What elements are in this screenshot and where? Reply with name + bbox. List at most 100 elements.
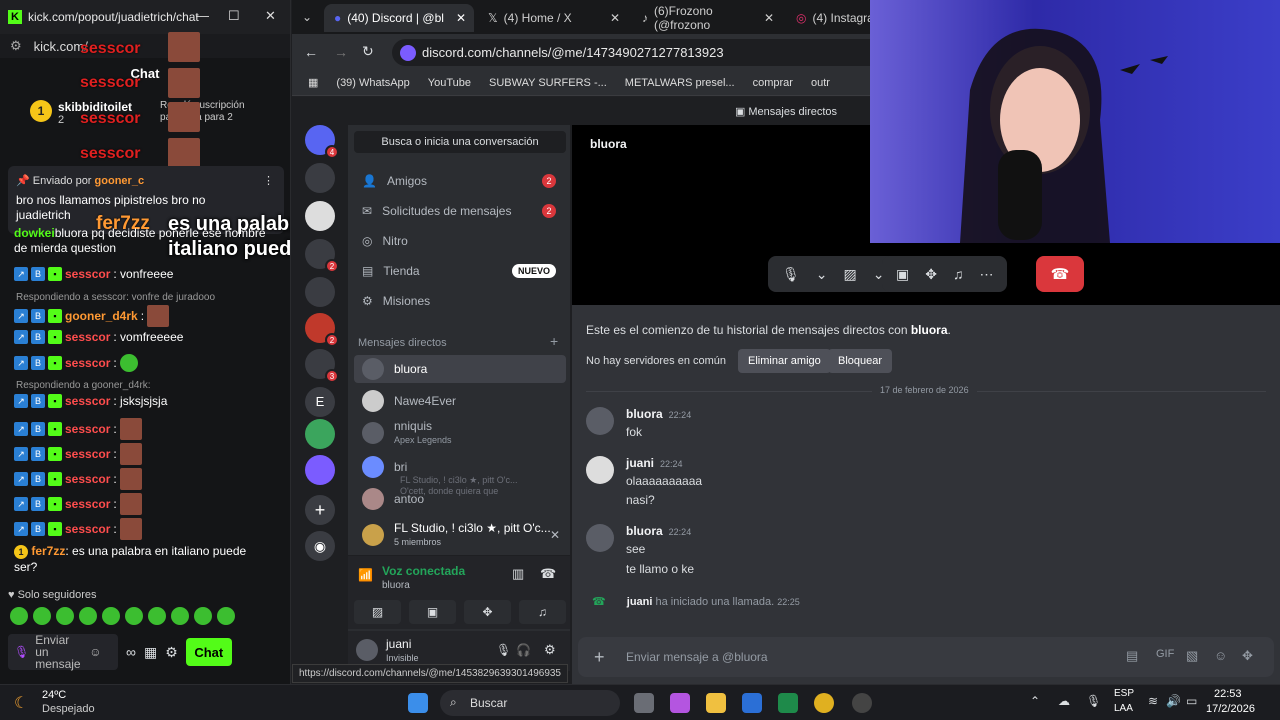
tab-tiktok[interactable]: ♪ (6)Frozono (@frozono ✕ <box>632 4 782 32</box>
user-settings-icon[interactable]: ⚙ <box>544 642 556 658</box>
server-icon[interactable]: 2 <box>305 313 339 347</box>
avatar[interactable] <box>586 407 614 435</box>
volume-icon[interactable]: 🔊 <box>1166 694 1181 708</box>
emote-icon[interactable] <box>56 607 74 625</box>
message-composer[interactable]: + Enviar mensaje a @bluora ▤ GIF ▧ ☺ ✥ <box>578 637 1274 677</box>
nav-message-requests[interactable]: ✉ Solicitudes de mensajes 2 <box>354 197 566 225</box>
disconnect-icon[interactable]: ☎ <box>540 566 556 582</box>
message-user[interactable]: sesscor <box>65 422 110 436</box>
message-user[interactable]: sesscor <box>65 330 110 344</box>
battery-icon[interactable]: ▭ <box>1186 694 1197 708</box>
server-icon[interactable] <box>305 419 335 449</box>
more-icon[interactable]: ⋯ <box>979 266 993 283</box>
back-icon[interactable]: ← <box>304 44 318 60</box>
nav-nitro[interactable]: ◎ Nitro <box>354 227 566 255</box>
avatar[interactable] <box>356 639 378 661</box>
mic-icon[interactable]: 🎙 <box>1086 694 1101 708</box>
block-button[interactable]: Bloquear <box>828 349 893 373</box>
obs-icon[interactable] <box>852 693 872 713</box>
settings-icon[interactable]: ⚙ <box>165 644 178 661</box>
chat-input[interactable]: 🎙 Enviar un mensaje ☺ <box>8 634 118 670</box>
chat-send-button[interactable]: Chat <box>185 638 232 666</box>
weather-icon[interactable]: ☾ <box>14 693 28 713</box>
dm-search-button[interactable]: Busca o inicia una conversación <box>354 131 566 153</box>
sticker-icon[interactable]: ▧ <box>1186 648 1198 664</box>
emoji-icon[interactable]: ☺ <box>1214 648 1227 663</box>
excel-icon[interactable] <box>778 693 798 713</box>
emote-icon[interactable] <box>10 607 28 625</box>
language-layout[interactable]: LAA <box>1114 703 1133 714</box>
wifi-icon[interactable]: ≋ <box>1148 694 1158 708</box>
server-letter-icon[interactable]: E <box>305 387 335 417</box>
windows-start-icon[interactable] <box>408 693 428 713</box>
emote-icon[interactable] <box>217 607 235 625</box>
bookmark-whatsapp[interactable]: (39) WhatsApp <box>336 77 409 89</box>
gift-icon[interactable]: ▤ <box>1126 648 1138 664</box>
site-info-icon[interactable] <box>400 45 416 61</box>
voice-status[interactable]: Voz conectada <box>382 564 465 578</box>
copilot-icon[interactable] <box>670 693 690 713</box>
server-icon[interactable] <box>305 163 335 193</box>
site-settings-icon[interactable]: ⚙ <box>10 38 22 54</box>
gif-icon[interactable]: GIF <box>1156 648 1174 660</box>
dm-item-nawe4ever[interactable]: Nawe4Ever <box>354 387 566 415</box>
store-icon[interactable]: ▦ <box>144 644 157 661</box>
more-icon[interactable]: ⋮ <box>263 174 274 187</box>
dm-item-bluora[interactable]: bluora <box>354 355 566 383</box>
reload-icon[interactable]: ↻ <box>362 43 374 60</box>
clock-date[interactable]: 17/2/2026 <box>1206 703 1255 715</box>
forward-icon[interactable]: → <box>334 44 348 60</box>
tab-x[interactable]: 𝕏 (4) Home / X ✕ <box>478 4 628 32</box>
remove-friend-button[interactable]: Eliminar amigo <box>738 349 831 373</box>
cloud-icon[interactable]: ☁ <box>1058 694 1070 708</box>
message-user[interactable]: gooner_d4rk <box>65 309 138 323</box>
message-user[interactable]: dowkei <box>14 226 55 240</box>
message-user[interactable]: fer7zz <box>31 544 65 558</box>
task-view-icon[interactable] <box>634 693 654 713</box>
taskbar-search[interactable]: ⌕ Buscar <box>440 690 620 716</box>
activities-icon[interactable]: ✥ <box>464 600 511 624</box>
close-tab-icon[interactable]: ✕ <box>610 11 620 25</box>
apps-icon[interactable]: ✥ <box>1242 648 1253 664</box>
close-dm-icon[interactable]: ✕ <box>550 528 560 542</box>
mic-icon[interactable]: 🎙 <box>14 645 29 659</box>
mic-icon[interactable]: 🎙 <box>782 266 800 283</box>
attach-plus-icon[interactable]: + <box>594 647 605 668</box>
voice-channel[interactable]: bluora <box>382 580 410 591</box>
emote-icon[interactable] <box>194 607 212 625</box>
message-user[interactable]: sesscor <box>65 497 110 511</box>
server-icon[interactable] <box>305 455 335 485</box>
clock-time[interactable]: 22:53 <box>1214 688 1242 700</box>
emote-icon[interactable] <box>33 607 51 625</box>
bookmark-outr[interactable]: outr <box>811 77 830 89</box>
screen-share-icon[interactable]: ▣ <box>896 266 909 283</box>
bookmark-youtube[interactable]: YouTube <box>428 77 471 89</box>
message-user[interactable]: sesscor <box>65 447 110 461</box>
add-server-icon[interactable]: + <box>305 495 335 525</box>
server-icon[interactable]: 3 <box>305 349 339 383</box>
pinned-user[interactable]: gooner_c <box>95 175 145 187</box>
emote-icon[interactable] <box>102 607 120 625</box>
nav-quests[interactable]: ⚙ Misiones <box>354 287 566 315</box>
message-user[interactable]: sesscor <box>65 267 110 281</box>
close-tab-icon[interactable]: ✕ <box>764 11 774 25</box>
discord-home-icon[interactable]: 4 <box>305 125 339 159</box>
message-author[interactable]: bluora <box>626 407 663 421</box>
weather-temp[interactable]: 24ºC <box>42 689 66 701</box>
dm-item-nniquis[interactable]: nniquis Apex Legends <box>354 419 566 447</box>
hang-up-button[interactable]: ☎ <box>1036 256 1084 292</box>
message-author[interactable]: juani <box>626 456 654 470</box>
message-user[interactable]: sesscor <box>65 394 110 408</box>
message-user[interactable]: sesscor <box>65 472 110 486</box>
soundboard-icon[interactable]: ♫ <box>519 600 566 624</box>
maximize-icon[interactable]: ☐ <box>228 8 240 24</box>
tab-search-icon[interactable]: ⌄ <box>302 10 312 24</box>
screen-share-icon[interactable]: ▣ <box>409 600 456 624</box>
word-icon[interactable] <box>742 693 762 713</box>
chrome-icon[interactable] <box>814 693 834 713</box>
camera-off-icon[interactable]: ▨ <box>844 266 857 283</box>
file-explorer-icon[interactable] <box>706 693 726 713</box>
language-code[interactable]: ESP <box>1114 688 1134 699</box>
emote-icon[interactable] <box>148 607 166 625</box>
apps-icon[interactable]: ▦ <box>308 76 318 89</box>
